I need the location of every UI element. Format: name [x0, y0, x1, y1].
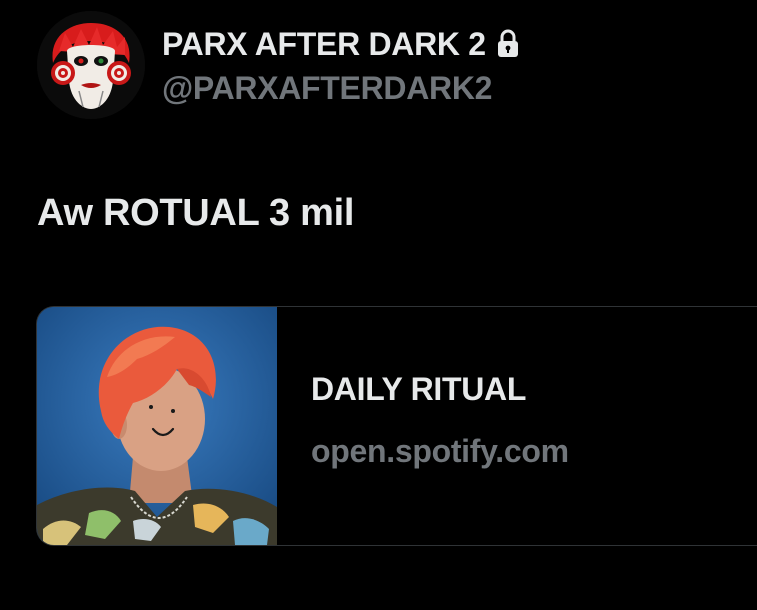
card-body: DAILY RITUAL open.spotify.com	[277, 307, 569, 545]
display-name[interactable]: PARX AFTER DARK 2	[162, 24, 486, 64]
card-title: DAILY RITUAL	[311, 371, 527, 407]
user-handle[interactable]: @PARXAFTERDARK2	[162, 68, 492, 108]
link-card[interactable]: DAILY RITUAL open.spotify.com	[36, 306, 757, 546]
red-haired-person-photo	[37, 307, 277, 545]
card-domain: open.spotify.com	[311, 433, 569, 469]
avatar[interactable]	[37, 11, 145, 119]
card-thumbnail	[37, 307, 277, 545]
user-name-row: PARX AFTER DARK 2	[162, 24, 520, 64]
tweet-view: PARX AFTER DARK 2 @PARXAFTERDARK2 Aw ROT…	[0, 0, 757, 610]
lock-icon	[496, 29, 520, 59]
tweet-text: Aw ROTUAL 3 mil	[37, 192, 355, 234]
jigsaw-puppet-avatar-image	[37, 11, 145, 119]
